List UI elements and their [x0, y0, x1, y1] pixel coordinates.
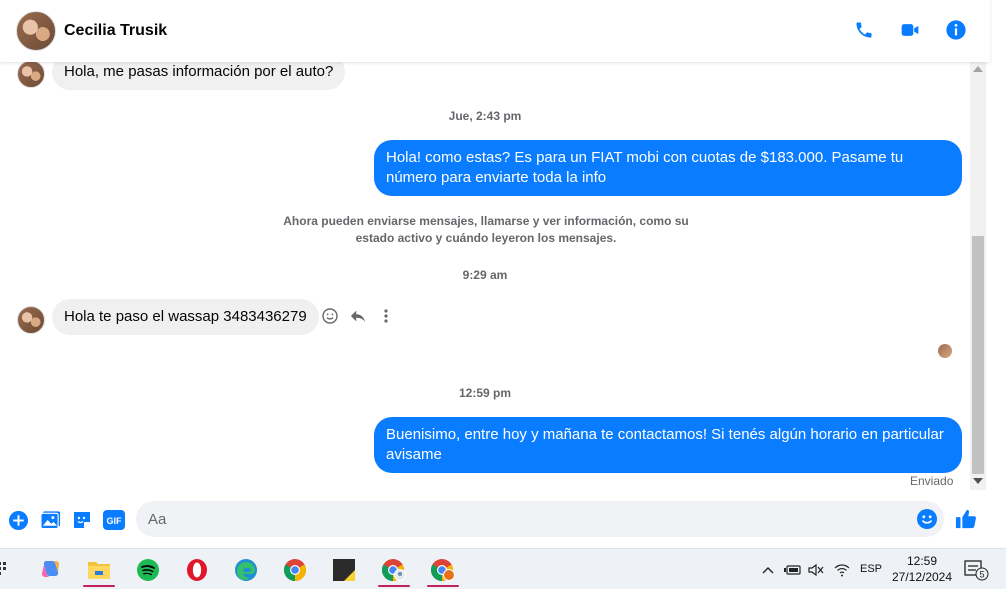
- conversation-header: Cecilia Trusik: [0, 0, 990, 62]
- chrome-profile-app-icon[interactable]: [374, 553, 414, 587]
- clock-date: 27/12/2024: [891, 570, 953, 584]
- window-gutter: [986, 62, 1006, 548]
- seen-avatar: [938, 344, 952, 358]
- like-icon[interactable]: [955, 508, 977, 530]
- message-input[interactable]: [136, 501, 896, 537]
- gif-label: GIF: [107, 516, 123, 526]
- plus-icon[interactable]: [7, 509, 29, 531]
- more-options-icon[interactable]: [378, 308, 394, 324]
- input-language[interactable]: ESP: [860, 563, 882, 575]
- timestamp: Jue, 2:43 pm: [448, 109, 522, 123]
- info-icon[interactable]: [944, 18, 968, 42]
- scroll-up-arrow[interactable]: [973, 66, 983, 72]
- edge-app-icon[interactable]: [226, 553, 266, 587]
- volume-muted-icon[interactable]: [808, 549, 824, 589]
- chrome-app-icon[interactable]: [275, 553, 315, 587]
- wifi-icon[interactable]: [834, 549, 850, 589]
- encryption-notice: Ahora pueden enviarse mensajes, llamarse…: [283, 214, 689, 245]
- image-icon[interactable]: [39, 509, 61, 531]
- outgoing-message[interactable]: Buenisimo, entre hoy y mañana te contact…: [374, 417, 962, 473]
- contact-name[interactable]: Cecilia Trusik: [64, 22, 167, 40]
- scroll-thumb[interactable]: [972, 236, 984, 474]
- timestamp: 9:29 am: [462, 268, 508, 282]
- spotify-app-icon[interactable]: [128, 553, 168, 587]
- message-list: Hola, me pasas información por el auto? …: [0, 54, 970, 490]
- chrome-profile-app-icon[interactable]: [423, 553, 463, 587]
- outgoing-message[interactable]: Hola! como estas? Es para un FIAT mobi c…: [374, 140, 962, 196]
- phone-icon[interactable]: [852, 18, 876, 42]
- task-view-icon[interactable]: [0, 561, 8, 582]
- video-icon[interactable]: [898, 18, 922, 42]
- battery-icon[interactable]: [784, 549, 802, 589]
- copilot-app-icon[interactable]: [31, 553, 71, 587]
- incoming-message[interactable]: Hola te paso el wassap 3483436279: [52, 299, 319, 335]
- gif-icon[interactable]: GIF: [102, 509, 126, 531]
- sticky-notes-app-icon[interactable]: [324, 553, 364, 587]
- delivery-status: Enviado: [910, 474, 954, 488]
- opera-app-icon[interactable]: [177, 553, 217, 587]
- reply-icon[interactable]: [350, 308, 366, 324]
- notification-count: 5: [979, 570, 984, 580]
- messenger-window: Cecilia Trusik Hola, me pasas informació…: [0, 0, 1006, 589]
- windows-taskbar: ESP 12:59 27/12/2024 5: [0, 548, 1006, 589]
- sticker-icon[interactable]: [71, 509, 93, 531]
- system-clock[interactable]: 12:59 27/12/2024: [888, 553, 956, 585]
- sender-avatar[interactable]: [17, 60, 45, 88]
- message-input-box[interactable]: [136, 501, 944, 537]
- chat-scrollbar[interactable]: [970, 62, 986, 490]
- composer-bar: GIF: [0, 490, 986, 548]
- chevron-up-icon[interactable]: [762, 549, 774, 589]
- timestamp: 12:59 pm: [458, 386, 512, 400]
- header-actions: [852, 18, 968, 42]
- emoji-icon[interactable]: [916, 508, 938, 535]
- clock-time: 12:59: [906, 554, 938, 568]
- contact-avatar[interactable]: [16, 11, 56, 51]
- file-explorer-app-icon[interactable]: [79, 553, 119, 587]
- react-icon[interactable]: [322, 308, 338, 324]
- sender-avatar[interactable]: [17, 306, 45, 334]
- notifications-icon[interactable]: 5: [964, 560, 990, 587]
- scroll-down-arrow[interactable]: [973, 478, 983, 484]
- message-actions: [322, 308, 394, 324]
